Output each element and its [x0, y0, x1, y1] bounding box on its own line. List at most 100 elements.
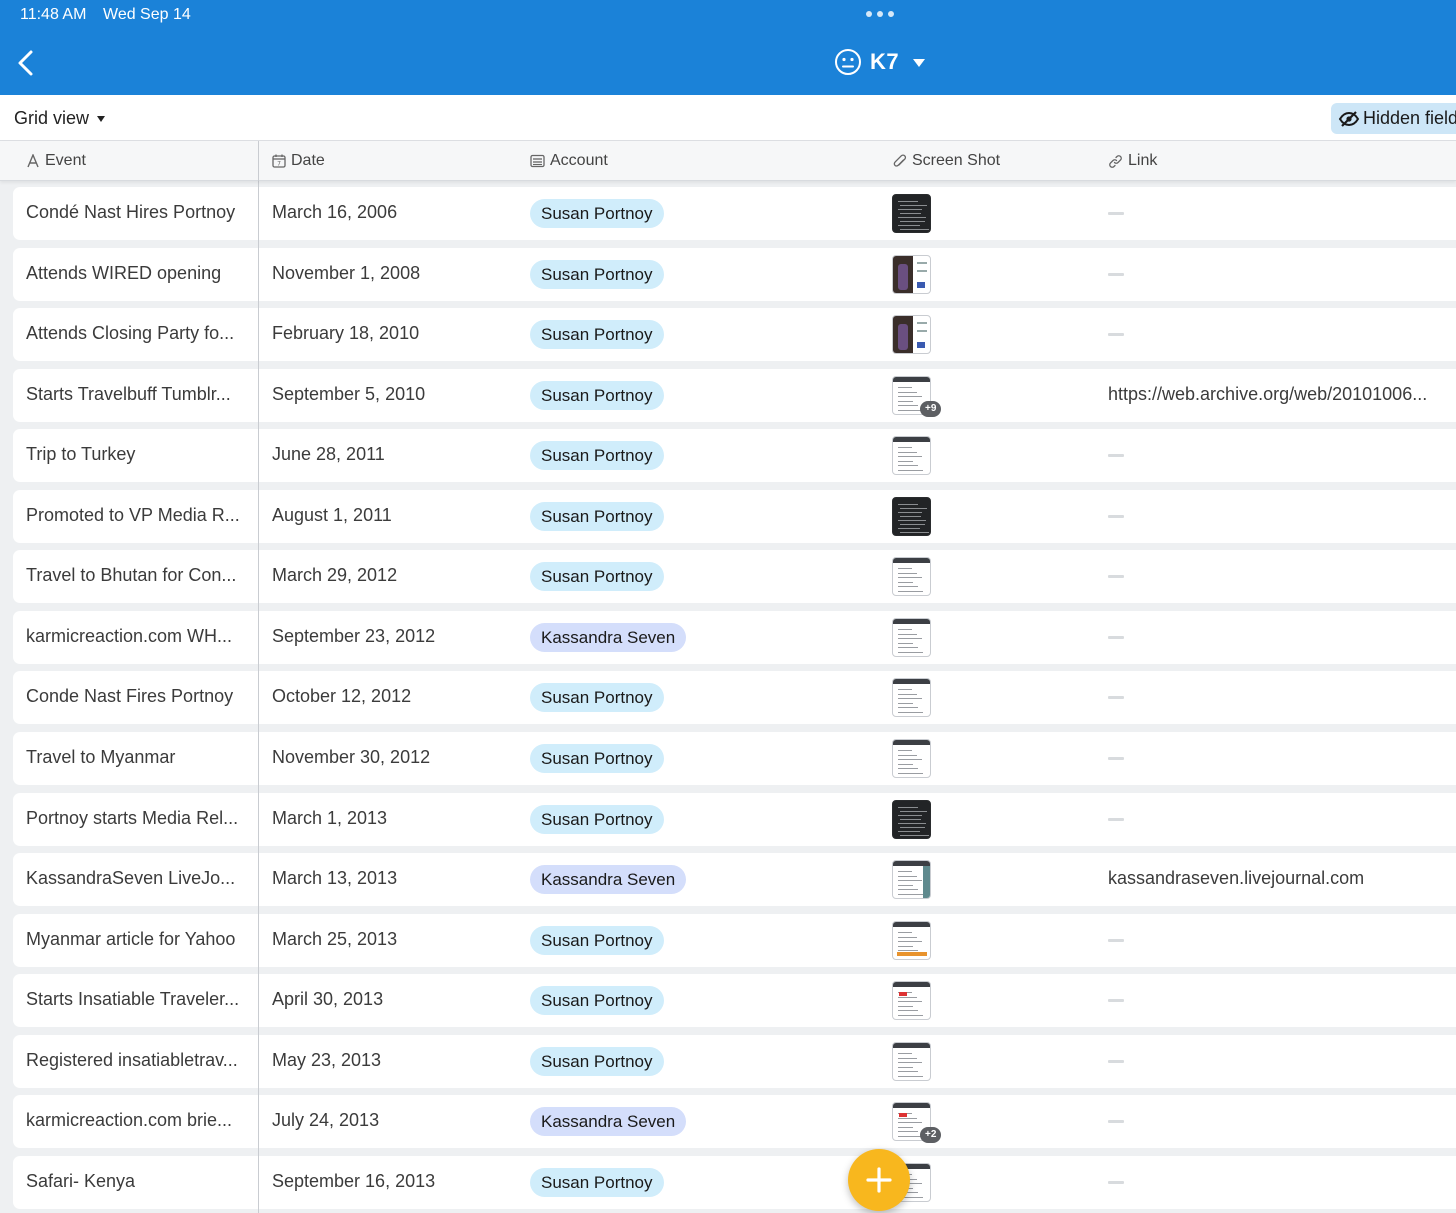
event-cell[interactable]: karmicreaction.com WH...: [26, 626, 232, 647]
date-cell[interactable]: March 13, 2013: [272, 868, 397, 889]
account-chip[interactable]: Susan Portnoy: [530, 441, 664, 470]
event-cell[interactable]: KassandraSeven LiveJo...: [26, 868, 235, 889]
table-row[interactable]: Trip to Turkey June 28, 2011 Susan Portnoy: [13, 429, 1456, 482]
account-chip[interactable]: Susan Portnoy: [530, 562, 664, 591]
date-cell[interactable]: September 16, 2013: [272, 1171, 435, 1192]
table-row[interactable]: Registered insatiabletrav... May 23, 2013…: [13, 1035, 1456, 1088]
account-chip[interactable]: Susan Portnoy: [530, 805, 664, 834]
table-row[interactable]: Safari- Kenya September 16, 2013 Susan Por…: [13, 1156, 1456, 1209]
account-chip[interactable]: Susan Portnoy: [530, 683, 664, 712]
screenshot-thumbnail[interactable]: [892, 315, 931, 354]
date-cell[interactable]: March 29, 2012: [272, 565, 397, 586]
date-cell[interactable]: March 16, 2006: [272, 202, 397, 223]
link-cell[interactable]: https://web.archive.org/web/20101006...: [1108, 384, 1427, 405]
row-cell-bg: [259, 914, 1456, 967]
screenshot-thumbnail[interactable]: [892, 800, 931, 839]
screenshot-thumbnail[interactable]: [892, 1042, 931, 1081]
column-header-account[interactable]: Account: [530, 152, 608, 170]
row-cell-bg: [259, 732, 1456, 785]
table-row[interactable]: Travel to Bhutan for Con... March 29, 201…: [13, 550, 1456, 603]
row-cell-bg: [259, 671, 1456, 724]
table-row[interactable]: KassandraSeven LiveJo... March 13, 2013 Ka…: [13, 853, 1456, 906]
table-row[interactable]: Condé Nast Hires Portnoy March 16, 2006 Su…: [13, 187, 1456, 240]
event-cell[interactable]: Myanmar article for Yahoo: [26, 929, 235, 950]
table-row[interactable]: karmicreaction.com WH... September 23, 20…: [13, 611, 1456, 664]
add-record-button[interactable]: [848, 1149, 910, 1211]
screenshot-thumbnail[interactable]: [892, 921, 931, 960]
account-chip[interactable]: Susan Portnoy: [530, 260, 664, 289]
column-header-screenshot[interactable]: Screen Shot: [893, 152, 1000, 170]
back-button[interactable]: [14, 47, 40, 79]
base-switcher[interactable]: K7: [834, 48, 926, 76]
date-cell[interactable]: May 23, 2013: [272, 1050, 381, 1071]
account-chip[interactable]: Susan Portnoy: [530, 1047, 664, 1076]
hidden-fields-button[interactable]: Hidden fields: [1331, 103, 1456, 134]
table-row[interactable]: Starts Insatiable Traveler... April 30, 2…: [13, 974, 1456, 1027]
screenshot-thumbnail[interactable]: [892, 194, 931, 233]
date-cell[interactable]: September 23, 2012: [272, 626, 435, 647]
event-cell[interactable]: Attends Closing Party fo...: [26, 323, 234, 344]
event-cell[interactable]: karmicreaction.com brie...: [26, 1110, 232, 1131]
account-chip[interactable]: Susan Portnoy: [530, 986, 664, 1015]
account-chip[interactable]: Kassandra Seven: [530, 1107, 687, 1136]
table-row[interactable]: Starts Travelbuff Tumblr... September 5, …: [13, 369, 1456, 422]
row-cell-bg: [259, 611, 1456, 664]
table-row[interactable]: Portnoy starts Media Rel... March 1, 2013…: [13, 793, 1456, 846]
paperclip-icon: [893, 153, 907, 167]
column-header-date[interactable]: 7 Date: [272, 152, 325, 170]
screenshot-thumbnail[interactable]: [892, 557, 931, 596]
event-cell[interactable]: Registered insatiabletrav...: [26, 1050, 238, 1071]
date-cell[interactable]: September 5, 2010: [272, 384, 425, 405]
event-cell[interactable]: Attends WIRED opening: [26, 263, 221, 284]
date-cell[interactable]: August 1, 2011: [272, 505, 392, 526]
account-chip[interactable]: Susan Portnoy: [530, 502, 664, 531]
table-row[interactable]: Promoted to VP Media R... August 1, 2011 S…: [13, 490, 1456, 543]
table-row[interactable]: Travel to Myanmar November 30, 2012 Susan …: [13, 732, 1456, 785]
table-row[interactable]: Attends WIRED opening November 1, 2008 Sus…: [13, 248, 1456, 301]
screenshot-thumbnail[interactable]: [892, 860, 931, 899]
date-cell[interactable]: July 24, 2013: [272, 1110, 379, 1131]
column-header-event[interactable]: Event: [26, 152, 86, 170]
account-chip[interactable]: Kassandra Seven: [530, 865, 687, 894]
date-cell[interactable]: November 30, 2012: [272, 747, 430, 768]
event-cell[interactable]: Safari- Kenya: [26, 1171, 135, 1192]
table-row[interactable]: karmicreaction.com brie... July 24, 2013 K…: [13, 1095, 1456, 1148]
date-cell[interactable]: November 1, 2008: [272, 263, 420, 284]
screenshot-thumbnail[interactable]: [892, 497, 931, 536]
account-chip[interactable]: Susan Portnoy: [530, 1168, 664, 1197]
table-row[interactable]: Conde Nast Fires Portnoy October 12, 2012…: [13, 671, 1456, 724]
view-switcher[interactable]: Grid view: [14, 108, 106, 129]
account-chip[interactable]: Susan Portnoy: [530, 744, 664, 773]
link-cell[interactable]: kassandraseven.livejournal.com: [1108, 868, 1364, 889]
multitasking-dots-icon[interactable]: [866, 11, 894, 17]
date-cell[interactable]: February 18, 2010: [272, 323, 419, 344]
screenshot-thumbnail[interactable]: [892, 436, 931, 475]
account-chip[interactable]: Susan Portnoy: [530, 381, 664, 410]
account-chip[interactable]: Kassandra Seven: [530, 623, 687, 652]
table-row[interactable]: Myanmar article for Yahoo March 25, 2013 S…: [13, 914, 1456, 967]
column-header-link[interactable]: Link: [1108, 152, 1157, 170]
event-cell[interactable]: Condé Nast Hires Portnoy: [26, 202, 235, 223]
screenshot-thumbnail[interactable]: [892, 739, 931, 778]
screenshot-thumbnail[interactable]: [892, 255, 931, 294]
date-cell[interactable]: April 30, 2013: [272, 989, 383, 1010]
event-cell[interactable]: Conde Nast Fires Portnoy: [26, 686, 233, 707]
screenshot-thumbnail[interactable]: [892, 981, 931, 1020]
date-cell[interactable]: June 28, 2011: [272, 444, 385, 465]
account-chip[interactable]: Susan Portnoy: [530, 320, 664, 349]
screenshot-thumbnail[interactable]: [892, 618, 931, 657]
event-cell[interactable]: Starts Insatiable Traveler...: [26, 989, 239, 1010]
event-cell[interactable]: Travel to Myanmar: [26, 747, 175, 768]
date-cell[interactable]: March 1, 2013: [272, 808, 387, 829]
event-cell[interactable]: Trip to Turkey: [26, 444, 135, 465]
account-chip[interactable]: Susan Portnoy: [530, 926, 664, 955]
event-cell[interactable]: Portnoy starts Media Rel...: [26, 808, 238, 829]
account-chip[interactable]: Susan Portnoy: [530, 199, 664, 228]
table-row[interactable]: Attends Closing Party fo... February 18, …: [13, 308, 1456, 361]
event-cell[interactable]: Starts Travelbuff Tumblr...: [26, 384, 231, 405]
event-cell[interactable]: Travel to Bhutan for Con...: [26, 565, 236, 586]
date-cell[interactable]: March 25, 2013: [272, 929, 397, 950]
date-cell[interactable]: October 12, 2012: [272, 686, 411, 707]
screenshot-thumbnail[interactable]: [892, 678, 931, 717]
event-cell[interactable]: Promoted to VP Media R...: [26, 505, 240, 526]
